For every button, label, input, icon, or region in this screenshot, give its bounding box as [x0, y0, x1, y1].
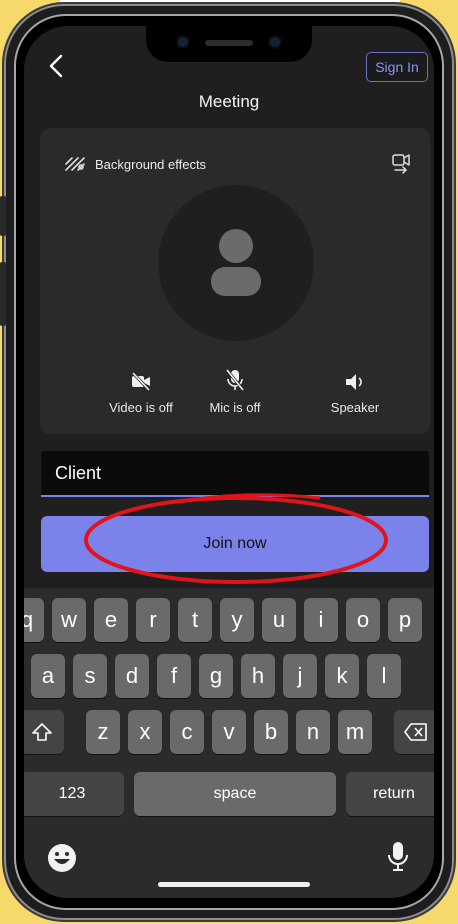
numbers-key[interactable]: 123: [24, 772, 124, 816]
key-n[interactable]: n: [296, 710, 330, 754]
earpiece: [205, 40, 253, 46]
microphone-icon: [388, 842, 408, 871]
speaker-label: Speaker: [330, 400, 380, 415]
key-z[interactable]: z: [86, 710, 120, 754]
key-s[interactable]: s: [73, 654, 107, 698]
mic-toggle-button[interactable]: Mic is off: [190, 366, 280, 415]
avatar: [158, 185, 314, 341]
phone-screen: Sign In Meeting Background effects Video…: [24, 26, 434, 898]
video-status-label: Video is off: [109, 400, 173, 415]
key-o[interactable]: o: [346, 598, 380, 642]
sensor: [270, 37, 280, 47]
home-indicator[interactable]: [158, 882, 310, 887]
key-e[interactable]: e: [94, 598, 128, 642]
key-i[interactable]: i: [304, 598, 338, 642]
person-icon: [211, 229, 261, 296]
emoji-button[interactable]: [46, 842, 78, 879]
shift-icon: [32, 723, 52, 741]
phone-side-button: [0, 196, 6, 236]
front-camera: [178, 37, 188, 47]
name-input[interactable]: Client: [41, 451, 429, 497]
page-title: Meeting: [198, 92, 260, 111]
dictation-button[interactable]: [386, 840, 410, 879]
speaker-button[interactable]: Speaker: [310, 366, 400, 415]
camera-preview: Background effects Video is off Mic is o…: [40, 128, 430, 434]
key-h[interactable]: h: [241, 654, 275, 698]
notch: [146, 26, 312, 62]
key-f[interactable]: f: [157, 654, 191, 698]
mic-off-icon: [225, 369, 245, 391]
key-l[interactable]: l: [367, 654, 401, 698]
key-q[interactable]: q: [24, 598, 44, 642]
phone-side-button: [0, 262, 6, 326]
key-c[interactable]: c: [170, 710, 204, 754]
sign-in-button[interactable]: Sign In: [366, 52, 428, 82]
return-key[interactable]: return: [346, 772, 434, 816]
key-j[interactable]: j: [283, 654, 317, 698]
key-b[interactable]: b: [254, 710, 288, 754]
key-r[interactable]: r: [136, 598, 170, 642]
background-effects-button[interactable]: Background effects: [64, 156, 206, 172]
back-button[interactable]: [49, 54, 63, 78]
join-now-button[interactable]: Join now: [41, 516, 429, 572]
keyboard: q w e r t y u i o p a s d f g h j k l z …: [24, 588, 434, 898]
switch-camera-button[interactable]: [390, 152, 412, 179]
key-p[interactable]: p: [388, 598, 422, 642]
background-effects-label: Background effects: [95, 156, 207, 172]
speaker-icon: [346, 374, 362, 390]
mic-status-label: Mic is off: [209, 400, 261, 415]
key-v[interactable]: v: [212, 710, 246, 754]
key-m[interactable]: m: [338, 710, 372, 754]
video-off-icon: [131, 371, 151, 392]
space-key[interactable]: space: [134, 772, 336, 816]
shift-key[interactable]: [24, 710, 64, 754]
key-w[interactable]: w: [52, 598, 86, 642]
key-a[interactable]: a: [31, 654, 65, 698]
video-toggle-button[interactable]: Video is off: [96, 366, 186, 415]
key-y[interactable]: y: [220, 598, 254, 642]
key-k[interactable]: k: [325, 654, 359, 698]
key-d[interactable]: d: [115, 654, 149, 698]
key-x[interactable]: x: [128, 710, 162, 754]
key-u[interactable]: u: [262, 598, 296, 642]
backspace-icon: [404, 723, 427, 741]
delete-key[interactable]: [394, 710, 434, 754]
key-g[interactable]: g: [199, 654, 233, 698]
key-t[interactable]: t: [178, 598, 212, 642]
emoji-icon: [48, 844, 76, 872]
effects-icon: [65, 157, 85, 171]
switch-camera-icon: [392, 154, 410, 174]
chevron-left-icon: [49, 54, 63, 78]
join-now-label: Join now: [203, 535, 267, 552]
